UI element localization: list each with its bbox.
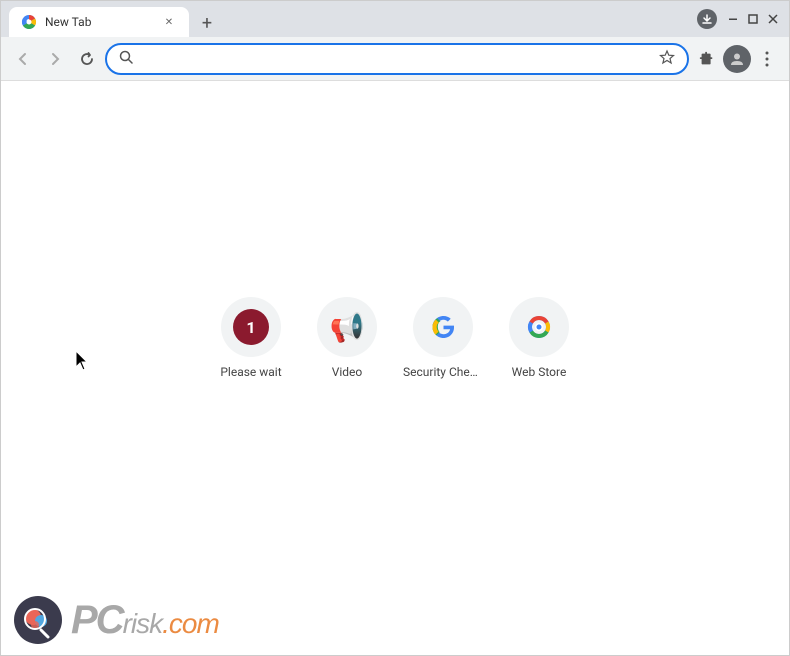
- tab-close-button[interactable]: ✕: [161, 14, 177, 30]
- back-button[interactable]: [9, 45, 37, 73]
- shortcut-web-store[interactable]: Web Store: [499, 297, 579, 379]
- download-icon[interactable]: [697, 9, 717, 29]
- mouse-cursor: [76, 351, 88, 369]
- close-button[interactable]: [765, 11, 781, 27]
- title-bar: New Tab ✕ +: [1, 1, 789, 37]
- toolbar: [1, 37, 789, 81]
- pcrisk-logo-icon: [13, 595, 63, 645]
- address-bar[interactable]: [105, 43, 689, 75]
- shortcut-security-check[interactable]: Security Chec...: [403, 297, 483, 379]
- address-search-icon: [119, 50, 133, 68]
- video-icon-bg: 📢: [317, 297, 377, 357]
- address-input[interactable]: [139, 51, 653, 66]
- security-check-label: Security Chec...: [403, 365, 483, 379]
- security-check-icon-bg: [413, 297, 473, 357]
- browser-window: New Tab ✕ +: [0, 0, 790, 656]
- watermark: PC risk .com: [13, 595, 219, 645]
- video-emoji-icon: 📢: [330, 311, 365, 344]
- tab-favicon: [21, 14, 37, 30]
- new-tab-button[interactable]: +: [193, 9, 221, 37]
- tab-title: New Tab: [45, 15, 153, 29]
- minimize-button[interactable]: [725, 11, 741, 27]
- menu-button[interactable]: [753, 45, 781, 73]
- video-label: Video: [332, 365, 363, 379]
- please-wait-badge-icon: 1: [233, 309, 269, 345]
- profile-button[interactable]: [723, 45, 751, 73]
- reload-button[interactable]: [73, 45, 101, 73]
- watermark-pc: PC: [71, 598, 123, 643]
- google-g-icon: [425, 309, 461, 345]
- web-store-icon-bg: [509, 297, 569, 357]
- watermark-dotcom: .com: [162, 608, 219, 640]
- maximize-button[interactable]: [745, 11, 761, 27]
- please-wait-icon-bg: 1: [221, 297, 281, 357]
- please-wait-label: Please wait: [220, 365, 281, 379]
- bookmark-star-icon[interactable]: [659, 49, 675, 69]
- web-store-label: Web Store: [512, 365, 567, 379]
- forward-button[interactable]: [41, 45, 69, 73]
- toolbar-right: [693, 45, 781, 73]
- tab-strip: New Tab ✕ +: [9, 1, 697, 37]
- watermark-text: PC risk .com: [71, 598, 219, 643]
- watermark-risk: risk: [123, 608, 163, 640]
- window-controls: [725, 11, 781, 27]
- shortcuts-container: 1 Please wait 📢 Video: [211, 297, 579, 379]
- extensions-button[interactable]: [693, 45, 721, 73]
- shortcut-please-wait[interactable]: 1 Please wait: [211, 297, 291, 379]
- page-content: 1 Please wait 📢 Video: [1, 81, 789, 655]
- web-store-icon: [521, 309, 557, 345]
- chrome-favicon-icon: [21, 14, 37, 30]
- shortcut-video[interactable]: 📢 Video: [307, 297, 387, 379]
- active-tab[interactable]: New Tab ✕: [9, 7, 189, 37]
